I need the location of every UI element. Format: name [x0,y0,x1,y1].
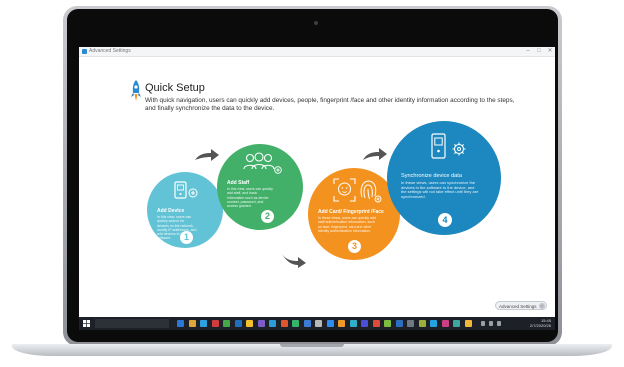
taskbar-app-icon[interactable] [234,320,242,327]
taskbar-app-icon[interactable] [441,320,449,327]
taskbar-search-input[interactable] [95,319,169,328]
taskbar-app-icon[interactable] [349,320,357,327]
clock-date: 2/7/2020/26 [529,323,551,328]
taskbar-clock[interactable]: 15:45 2/7/2020/26 [530,318,551,328]
webcam-icon [314,21,318,25]
taskbar-app-icon[interactable] [269,320,276,327]
people-add-icon [243,152,282,174]
step-title: Synchronize device data [401,173,462,179]
taskbar-app-icon[interactable] [453,320,460,327]
step-number: 2 [261,210,274,223]
step-number: 1 [180,231,193,244]
device-sync-icon [431,133,466,159]
step-description: In these views, users can quickly add st… [318,216,376,233]
face-fingerprint-icon [333,178,382,203]
step-add-staff[interactable]: Add Staff In this view, users can quickl… [217,144,303,230]
page-title: Quick Setup [145,82,205,94]
taskbar-app-icon[interactable] [361,320,368,327]
step-description: In these views, users can synchronize th… [401,180,479,200]
step-number: 3 [348,240,361,253]
laptop-base-notch [280,344,344,347]
advanced-settings-button[interactable]: Advanced Settings › [495,301,547,310]
chevron-right-icon: › [539,303,545,309]
taskbar-app-icon[interactable] [303,320,311,327]
taskbar-app-icon[interactable] [407,320,414,327]
windows-start-icon[interactable] [83,320,90,327]
taskbar-app-icon[interactable] [200,320,207,327]
step-number: 4 [438,213,452,227]
minimize-button[interactable]: – [523,47,533,56]
step-title: Add Device [157,208,185,214]
window-title: Advanced Settings [89,48,131,54]
close-button[interactable]: ✕ [545,47,555,56]
step-title: Add Card/ Fingerprint /Face [318,209,384,215]
taskbar-app-icon[interactable] [338,320,345,327]
taskbar-app-icon[interactable] [315,320,322,327]
app-screen: Advanced Settings – □ ✕ Quick Setup With… [79,47,555,330]
volume-icon[interactable] [489,321,493,326]
network-icon[interactable] [481,321,485,326]
app-logo-icon [82,49,87,54]
arrow-right-icon [363,148,387,160]
taskbar-app-icon[interactable] [292,320,299,327]
taskbar-app-icon[interactable] [395,320,403,327]
maximize-button[interactable]: □ [534,47,544,56]
window-titlebar: Advanced Settings – □ ✕ [79,47,555,57]
taskbar-app-icon[interactable] [223,320,230,327]
battery-icon[interactable] [497,321,501,326]
step-add-device[interactable]: Add Device In this view, users can quick… [147,172,223,248]
taskbar-app-icon[interactable] [257,320,265,327]
taskbar-app-icon[interactable] [280,320,288,327]
taskbar-app-icon[interactable] [188,320,196,327]
rocket-icon [131,80,141,101]
taskbar-app-icon[interactable] [384,320,391,327]
laptop-frame: Advanced Settings – □ ✕ Quick Setup With… [0,0,624,367]
taskbar-app-icon[interactable] [430,320,437,327]
step-synchronize-device-data[interactable]: Synchronize device data In these views, … [387,121,501,235]
taskbar-app-icon[interactable] [464,320,472,327]
page-description: With quick navigation, users can quickly… [145,97,515,112]
taskbar-app-icon[interactable] [211,320,219,327]
advanced-settings-label: Advanced Settings [499,304,537,309]
step-description: In this view, users can quickly add staf… [227,187,273,209]
taskbar-app-icon[interactable] [246,320,253,327]
taskbar-app-icon[interactable] [177,320,184,327]
device-add-icon [174,181,198,199]
taskbar-app-icon[interactable] [372,320,380,327]
windows-taskbar: 15:45 2/7/2020/26 [79,317,555,330]
taskbar-app-icon[interactable] [418,320,426,327]
arrow-right-icon [282,254,306,268]
taskbar-app-icon[interactable] [326,320,334,327]
arrow-right-icon [195,149,219,161]
step-title: Add Staff [227,180,250,186]
